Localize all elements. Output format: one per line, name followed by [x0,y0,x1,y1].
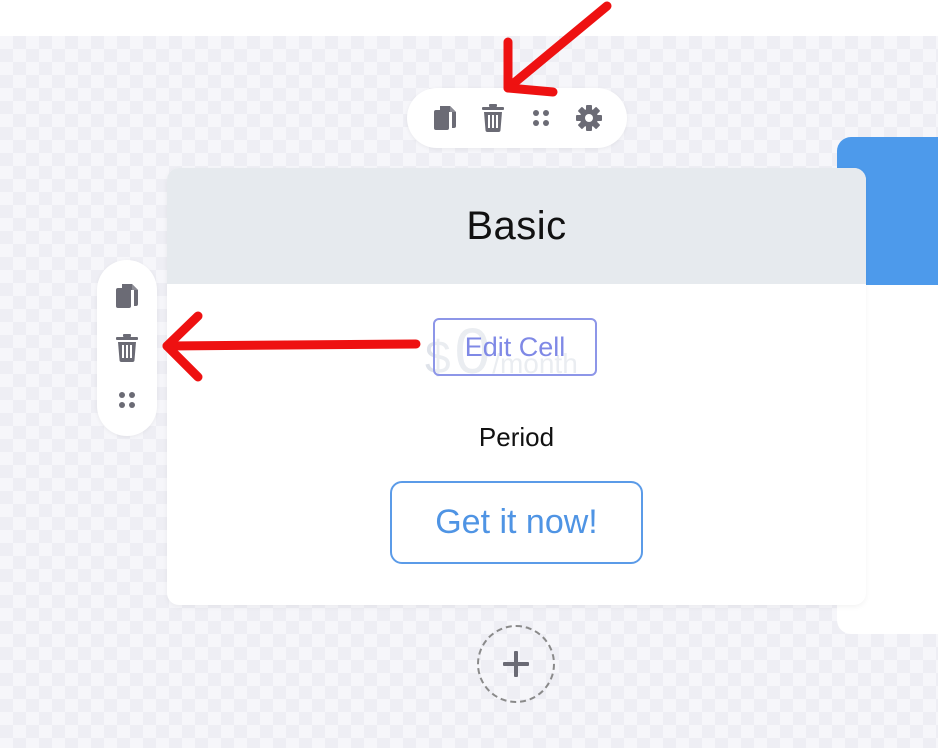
price-row[interactable]: $ 0 /month Edit Cell [167,308,866,388]
plan-title[interactable]: Basic [466,204,566,249]
plus-icon [503,651,529,677]
copy-icon[interactable] [112,281,142,311]
period-label[interactable]: Period [167,422,866,453]
get-it-now-button[interactable]: Get it now! [390,481,643,564]
trash-icon[interactable] [112,333,142,363]
drag-handle-icon[interactable] [526,103,556,133]
pricing-card[interactable]: Basic $ 0 /month Edit Cell Period Get it… [167,168,866,605]
gear-icon[interactable] [574,103,604,133]
row-toolbar [97,260,157,436]
drag-handle-icon[interactable] [112,385,142,415]
pricing-card-header[interactable]: Basic [167,168,866,284]
trash-icon[interactable] [478,103,508,133]
add-row-button[interactable] [477,625,555,703]
copy-icon[interactable] [430,103,460,133]
edit-cell-button[interactable]: Edit Cell [433,318,597,376]
column-toolbar [407,88,627,148]
